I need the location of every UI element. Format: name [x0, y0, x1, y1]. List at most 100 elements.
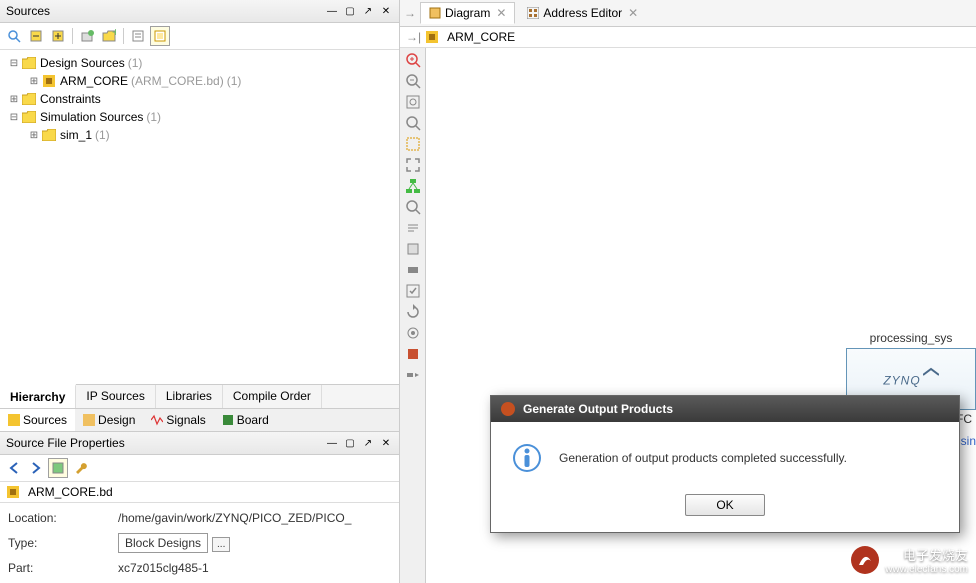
expander-icon[interactable]: ⊟: [8, 57, 20, 69]
close-tab-icon[interactable]: ✕: [496, 6, 506, 20]
tree-arm-core[interactable]: ⊞ ARM_CORE (ARM_CORE.bd) (1): [4, 72, 395, 90]
fullscreen-icon[interactable]: [402, 155, 424, 175]
block-icon: [6, 485, 20, 499]
tree-design-sources[interactable]: ⊟ Design Sources (1): [4, 54, 395, 72]
folder-icon: [22, 92, 36, 106]
ok-button[interactable]: OK: [685, 494, 764, 516]
close-tab-icon[interactable]: ✕: [628, 6, 638, 20]
zoom-reset-icon[interactable]: [402, 113, 424, 133]
search-icon[interactable]: [4, 26, 24, 46]
close-icon[interactable]: ✕: [379, 4, 393, 18]
forward-icon[interactable]: [26, 458, 46, 478]
text-icon[interactable]: [402, 218, 424, 238]
dialog-message: Generation of output products completed …: [559, 451, 847, 465]
color-icon[interactable]: [402, 344, 424, 364]
collapse-all-icon[interactable]: [26, 26, 46, 46]
tree-sim1[interactable]: ⊞ sim_1 (1): [4, 126, 395, 144]
tab-hierarchy[interactable]: Hierarchy: [0, 384, 76, 408]
expander-icon[interactable]: ⊞: [28, 129, 40, 141]
settings-icon[interactable]: [150, 26, 170, 46]
info-icon: [511, 442, 543, 474]
folder-icon: [22, 110, 36, 124]
watermark-icon: [851, 546, 879, 574]
tab-libraries[interactable]: Libraries: [156, 385, 223, 408]
tabs-left-icon[interactable]: →: [404, 6, 416, 20]
add-folder-icon[interactable]: +: [99, 26, 119, 46]
tree-constraints[interactable]: ⊞ Constraints: [4, 90, 395, 108]
settings-icon[interactable]: [402, 323, 424, 343]
svg-text:+: +: [112, 29, 116, 39]
expander-icon[interactable]: ⊟: [8, 111, 20, 123]
tab-compile-order[interactable]: Compile Order: [223, 385, 322, 408]
sources-tree[interactable]: ⊟ Design Sources (1) ⊞ ARM_CORE (ARM_COR…: [0, 50, 399, 384]
subtab-sources[interactable]: Sources: [0, 409, 75, 431]
watermark-url: www.elecfans.com: [885, 564, 968, 575]
wrench-icon[interactable]: [70, 458, 90, 478]
block-icon: [425, 30, 439, 44]
diagram-name-row: →| ARM_CORE: [400, 27, 976, 48]
expander-icon[interactable]: ⊞: [8, 93, 20, 105]
zoom-in-icon[interactable]: [402, 50, 424, 70]
back-icon[interactable]: [4, 458, 24, 478]
prop-row-location: Location: /home/gavin/work/ZYNQ/PICO_ZED…: [4, 507, 395, 529]
tab-address-editor[interactable]: Address Editor ✕: [519, 3, 646, 23]
properties-file-row: ARM_CORE.bd: [0, 482, 399, 503]
add-sources-icon[interactable]: [77, 26, 97, 46]
subtab-signals[interactable]: Signals: [143, 409, 213, 431]
expander-icon[interactable]: ⊞: [28, 75, 40, 87]
dialog-title-text: Generate Output Products: [523, 402, 673, 416]
zoom-out-icon[interactable]: [402, 71, 424, 91]
design-icon: [83, 414, 95, 426]
validate-icon[interactable]: [402, 281, 424, 301]
zoom-fit-icon[interactable]: [402, 92, 424, 112]
block-icon: [42, 74, 56, 88]
regenerate-icon[interactable]: [402, 302, 424, 322]
diagram-vertical-toolbar: [400, 48, 426, 583]
view-icon[interactable]: [128, 26, 148, 46]
expand-all-icon[interactable]: [48, 26, 68, 46]
tab-ip-sources[interactable]: IP Sources: [76, 385, 155, 408]
properties-table: Location: /home/gavin/work/ZYNQ/PICO_ZED…: [0, 503, 399, 583]
maximize-icon[interactable]: ↗: [361, 4, 375, 18]
close-icon[interactable]: ✕: [379, 436, 393, 450]
sources-icon: [8, 414, 20, 426]
zynq-logo: ZYNQ: [859, 367, 963, 391]
dialog-titlebar[interactable]: Generate Output Products: [491, 396, 959, 422]
board-icon: [222, 414, 234, 426]
tree-sim-sources[interactable]: ⊟ Simulation Sources (1): [4, 108, 395, 126]
diagram-icon: [429, 7, 441, 19]
subtab-design[interactable]: Design: [75, 409, 143, 431]
subtab-board[interactable]: Board: [214, 409, 277, 431]
folder-icon: [42, 128, 56, 142]
signals-icon: [151, 414, 163, 426]
sources-panel-header: Sources — ▢ ↗ ✕: [0, 0, 399, 23]
highlight-icon[interactable]: [48, 458, 68, 478]
browse-button[interactable]: ...: [212, 537, 230, 552]
restore-icon[interactable]: ▢: [343, 436, 357, 450]
prop-type-value: Block Designs: [118, 533, 208, 553]
properties-panel-header: Source File Properties — ▢ ↗ ✕: [0, 432, 399, 455]
generate-output-dialog: Generate Output Products Generation of o…: [490, 395, 960, 533]
maximize-icon[interactable]: ↗: [361, 436, 375, 450]
diagram-name: ARM_CORE: [447, 30, 515, 44]
restore-icon[interactable]: ▢: [343, 4, 357, 18]
select-icon[interactable]: [402, 134, 424, 154]
add-ip-icon[interactable]: [402, 239, 424, 259]
diagram-pin-icon[interactable]: →|: [406, 30, 421, 44]
dialog-close-icon[interactable]: [501, 402, 515, 416]
properties-toolbar: [0, 455, 399, 482]
tab-diagram[interactable]: Diagram ✕: [420, 2, 515, 24]
sub-tabs: Sources Design Signals Board: [0, 408, 399, 431]
add-port-icon[interactable]: [402, 260, 424, 280]
sources-bottom-tabs: Hierarchy IP Sources Libraries Compile O…: [0, 384, 399, 408]
minimize-icon[interactable]: —: [325, 4, 339, 18]
hide-icon[interactable]: [402, 365, 424, 385]
auto-layout-icon[interactable]: [402, 176, 424, 196]
prop-row-type: Type: Block Designs...: [4, 529, 395, 557]
search-icon[interactable]: [402, 197, 424, 217]
minimize-icon[interactable]: —: [325, 436, 339, 450]
prop-row-part: Part: xc7z015clg485-1: [4, 557, 395, 579]
diagram-tabs: → Diagram ✕ Address Editor ✕: [400, 0, 976, 27]
watermark: 电子发烧友 www.elecfans.com: [851, 545, 968, 575]
sources-toolbar: +: [0, 23, 399, 50]
